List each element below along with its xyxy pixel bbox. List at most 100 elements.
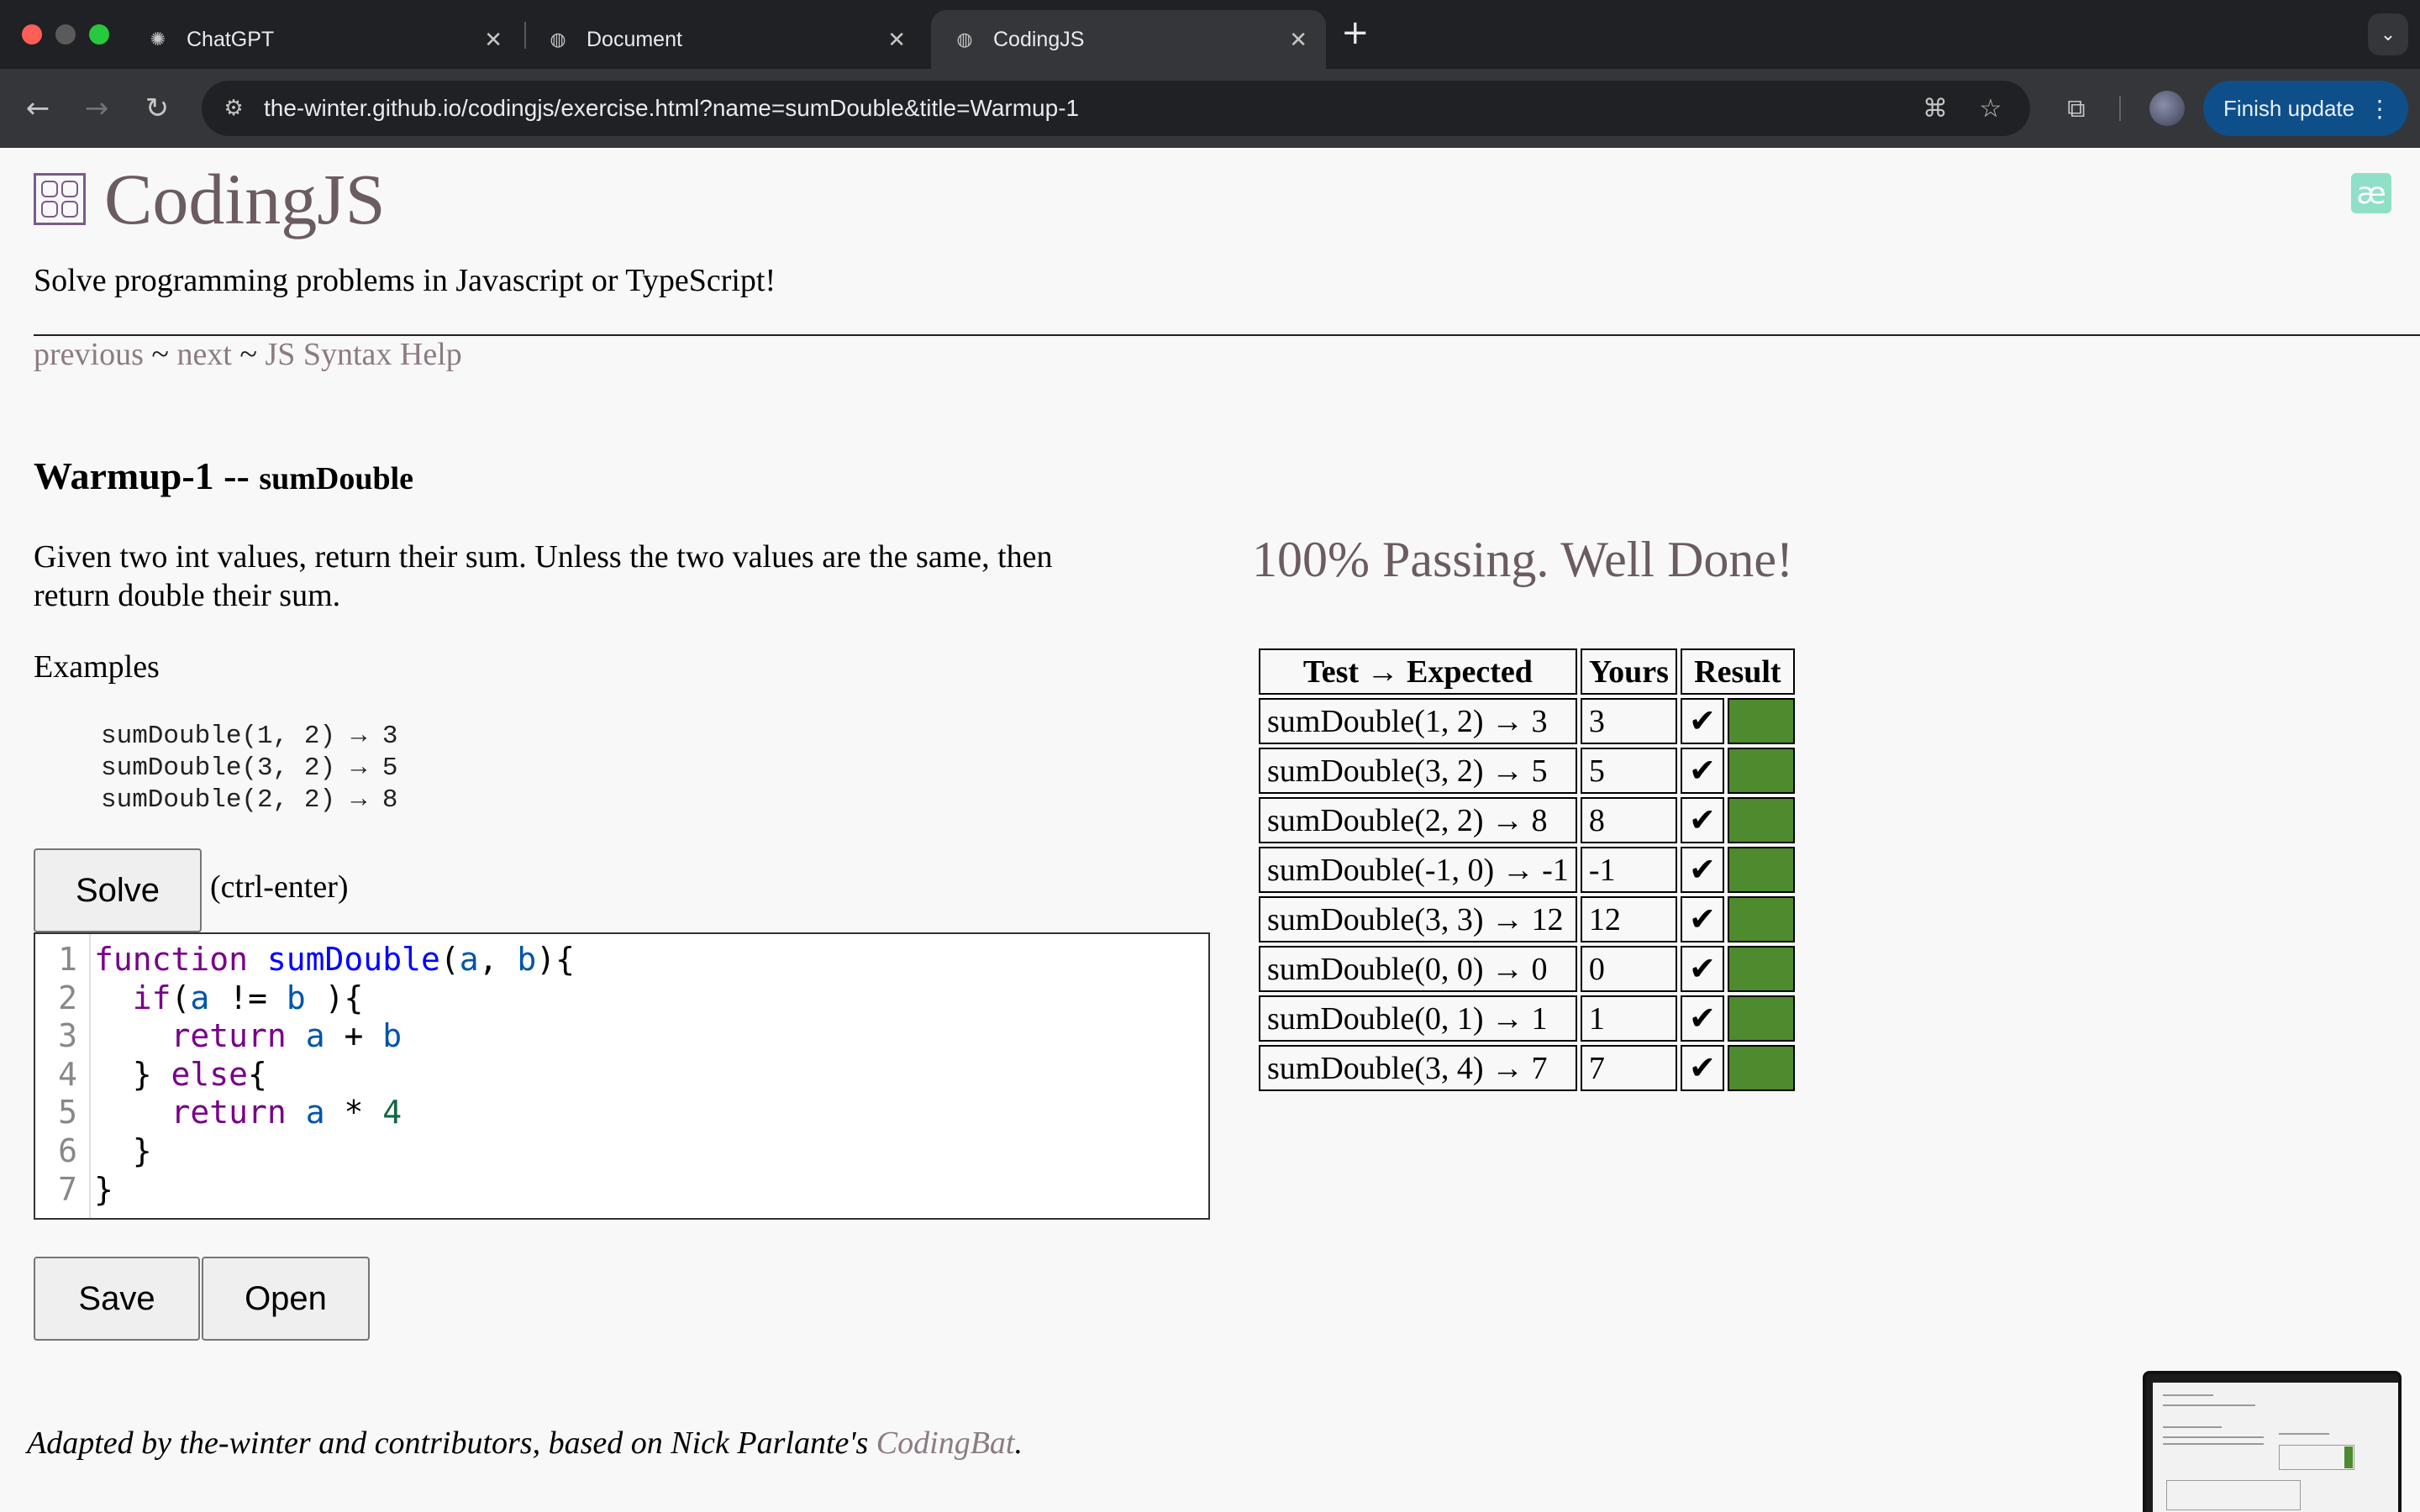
- next-link[interactable]: next: [176, 337, 231, 372]
- chevron-down-icon[interactable]: ⌄: [2368, 13, 2408, 55]
- js-syntax-help-link[interactable]: JS Syntax Help: [265, 337, 461, 372]
- ae-extension-icon[interactable]: æ: [2351, 173, 2391, 213]
- address-bar[interactable]: ⚙ the-winter.github.io/codingjs/exercise…: [202, 81, 2030, 136]
- nav-separator: ~: [151, 337, 169, 372]
- exercise-title: Warmup-1 -- sumDouble: [34, 454, 413, 498]
- tab-title: CodingJS: [993, 27, 1085, 51]
- example-line: sumDouble(2, 2) → 8: [101, 785, 398, 815]
- table-row: sumDouble(3, 3) → 12 12 ✔: [1259, 896, 1795, 942]
- reload-icon[interactable]: ↻: [136, 87, 178, 129]
- extensions-icon[interactable]: ⧉: [2057, 89, 2096, 128]
- yours-cell: 5: [1580, 748, 1677, 794]
- screenshot-thumbnail[interactable]: [2143, 1371, 2402, 1512]
- nav-links: previous ~ next ~ JS Syntax Help: [34, 336, 462, 373]
- test-cell: sumDouble(-1, 0) → -1: [1259, 847, 1577, 893]
- tab-document[interactable]: ◍ Document ✕: [524, 10, 924, 69]
- table-row: sumDouble(0, 1) → 1 1 ✔: [1259, 995, 1795, 1042]
- check-icon: ✔: [1680, 995, 1724, 1042]
- pass-indicator: [1727, 1045, 1795, 1091]
- passing-status: 100% Passing. Well Done!: [1252, 532, 1794, 587]
- line-number-gutter: 1 2 3 4 5 6 7: [35, 941, 84, 1209]
- line-number: 1: [58, 941, 77, 978]
- check-icon: ✔: [1680, 847, 1724, 893]
- tagline: Solve programming problems in Javascript…: [34, 263, 776, 298]
- table-row: sumDouble(2, 2) → 8 8 ✔: [1259, 797, 1795, 843]
- test-cell: sumDouble(0, 1) → 1: [1259, 995, 1577, 1042]
- tab-codingjs[interactable]: ◍ CodingJS ✕: [931, 10, 1326, 69]
- browser-chrome: ✺ ChatGPT ✕ ◍ Document ✕ ◍ CodingJS ✕ + …: [0, 0, 2420, 148]
- footer-text: Adapted by the-winter and contributors, …: [27, 1425, 869, 1461]
- code-text[interactable]: function sumDouble(a, b){ if(a != b ){ r…: [94, 941, 575, 1209]
- code-editor[interactable]: 1 2 3 4 5 6 7 function sumDouble(a, b){ …: [34, 932, 1210, 1220]
- yours-cell: -1: [1580, 847, 1677, 893]
- puzzle-logo-icon: [34, 173, 86, 225]
- column-header-yours: Yours: [1580, 648, 1677, 695]
- close-icon[interactable]: ✕: [887, 27, 906, 53]
- solve-button[interactable]: Solve: [34, 848, 202, 932]
- more-vert-icon: ⋮: [2368, 95, 2391, 122]
- url-text[interactable]: the-winter.github.io/codingjs/exercise.h…: [264, 81, 1079, 136]
- site-info-icon[interactable]: ⚙: [218, 93, 249, 123]
- pass-indicator: [1727, 946, 1795, 992]
- back-arrow-icon[interactable]: ←: [17, 87, 59, 129]
- line-number: 5: [58, 1094, 77, 1131]
- examples-label: Examples: [34, 649, 160, 685]
- new-tab-button[interactable]: +: [1341, 13, 1370, 52]
- tab-title: Document: [587, 27, 682, 51]
- globe-icon: ◍: [550, 29, 566, 50]
- column-header-result: Result: [1680, 648, 1795, 695]
- tab-chatgpt[interactable]: ✺ ChatGPT ✕: [124, 10, 521, 69]
- site-title: CodingJS: [104, 159, 386, 239]
- open-button[interactable]: Open: [202, 1257, 370, 1341]
- solve-shortcut-hint: (ctrl-enter): [210, 869, 349, 905]
- line-number: 4: [58, 1055, 77, 1093]
- check-icon: ✔: [1680, 748, 1724, 794]
- pass-indicator: [1727, 748, 1795, 794]
- table-row: sumDouble(-1, 0) → -1 -1 ✔: [1259, 847, 1795, 893]
- close-icon[interactable]: ✕: [484, 27, 502, 53]
- finish-update-label: Finish update: [2223, 95, 2355, 121]
- examples-list: sumDouble(1, 2) → 3 sumDouble(3, 2) → 5 …: [101, 721, 397, 816]
- page-content: CodingJS æ Solve programming problems in…: [0, 148, 2420, 1512]
- line-number: 3: [58, 1017, 77, 1055]
- example-line: sumDouble(3, 2) → 5: [101, 753, 398, 783]
- star-icon[interactable]: ☆: [1975, 92, 2007, 124]
- yours-cell: 3: [1580, 698, 1677, 744]
- minimize-window-button[interactable]: [55, 24, 76, 45]
- openai-icon: ✺: [150, 29, 166, 50]
- check-icon: ✔: [1680, 896, 1724, 942]
- avatar[interactable]: [2149, 91, 2185, 126]
- footer: Adapted by the-winter and contributors, …: [27, 1425, 1023, 1462]
- forward-arrow-icon[interactable]: →: [76, 87, 118, 129]
- pass-indicator: [1727, 847, 1795, 893]
- gutter-divider: [89, 934, 91, 1218]
- test-cell: sumDouble(2, 2) → 8: [1259, 797, 1577, 843]
- codingbat-link[interactable]: CodingBat: [876, 1425, 1015, 1461]
- zoom-window-button[interactable]: [89, 24, 109, 45]
- close-icon[interactable]: ✕: [1289, 27, 1307, 53]
- globe-icon: ◍: [956, 29, 973, 50]
- exercise-name: sumDouble: [259, 461, 414, 496]
- results-body: sumDouble(1, 2) → 3 3 ✔ sumDouble(3, 2) → 5…: [1259, 698, 1795, 1091]
- exercise-description: Given two int values, return their sum. …: [34, 539, 1053, 613]
- example-line: sumDouble(1, 2) → 3: [101, 722, 398, 751]
- test-cell: sumDouble(3, 4) → 7: [1259, 1045, 1577, 1091]
- previous-link[interactable]: previous: [34, 337, 144, 372]
- check-icon: ✔: [1680, 946, 1724, 992]
- save-button[interactable]: Save: [34, 1257, 200, 1341]
- yours-cell: 1: [1580, 995, 1677, 1042]
- test-cell: sumDouble(1, 2) → 3: [1259, 698, 1577, 744]
- close-window-button[interactable]: [22, 24, 42, 45]
- table-row: sumDouble(0, 0) → 0 0 ✔: [1259, 946, 1795, 992]
- yours-cell: 12: [1580, 896, 1677, 942]
- table-row: sumDouble(3, 2) → 5 5 ✔: [1259, 748, 1795, 794]
- yours-cell: 0: [1580, 946, 1677, 992]
- translate-icon[interactable]: ⌘: [1919, 92, 1951, 124]
- finish-update-button[interactable]: Finish update ⋮: [2203, 81, 2408, 136]
- check-icon: ✔: [1680, 698, 1724, 744]
- line-number: 6: [58, 1131, 77, 1169]
- line-number: 7: [58, 1170, 77, 1208]
- exercise-category: Warmup-1 --: [34, 454, 250, 497]
- footer-end: .: [1014, 1425, 1023, 1461]
- pass-indicator: [1727, 995, 1795, 1042]
